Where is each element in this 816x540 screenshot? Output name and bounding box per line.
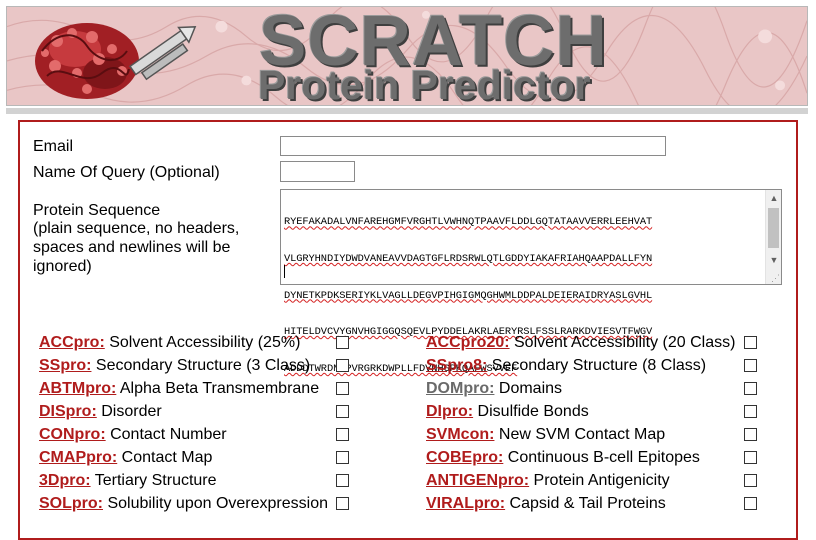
- sequence-hint: (plain sequence, no headers, spaces and …: [33, 220, 240, 275]
- predictor-item: ABTMpro: Alpha Beta Transmembrane: [39, 379, 319, 398]
- predictor-checkbox[interactable]: [744, 336, 757, 349]
- predictor-link[interactable]: DISpro:: [39, 403, 97, 420]
- sequence-line: DYNETKPDKSERIYKLVAGLLDEGVPIHGIGMQGHWMLDD…: [284, 289, 653, 302]
- predictor-link[interactable]: ACCpro20:: [426, 334, 510, 351]
- sequence-line: VLGRYHNDIYDWDVANEAVVDAGTGFLRDSRWLQTLGDDY…: [284, 253, 653, 266]
- predictor-item: ANTIGENpro: Protein Antigenicity: [426, 471, 670, 490]
- predictor-checkbox[interactable]: [336, 359, 349, 372]
- predictor-link[interactable]: ABTMpro:: [39, 380, 116, 397]
- email-field[interactable]: [280, 136, 666, 156]
- protein-sequence-textarea[interactable]: RYEFAKADALVNFAREHGMFVRGHTLVWHNQTPAAVFLDD…: [280, 189, 782, 375]
- header-banner: SCRATCH Protein Predictor: [6, 6, 808, 106]
- predictor-item: DISpro: Disorder: [39, 402, 162, 421]
- predictor-item: DOMpro: Domains: [426, 379, 562, 398]
- predictor-checkbox[interactable]: [744, 451, 757, 464]
- predictor-link[interactable]: SVMcon:: [426, 426, 494, 443]
- predictor-description: Disulfide Bonds: [473, 403, 589, 420]
- predictor-link[interactable]: ACCpro:: [39, 334, 105, 351]
- header-divider: [6, 108, 808, 114]
- predictor-description: Secondary Structure (8 Class): [487, 357, 707, 374]
- predictor-item: VIRALpro: Capsid & Tail Proteins: [426, 494, 666, 513]
- predictor-link[interactable]: CONpro:: [39, 426, 106, 443]
- predictor-description: Solvent Accessibility (20 Class): [509, 334, 736, 351]
- predictor-item: CONpro: Contact Number: [39, 425, 227, 444]
- resize-grip-icon[interactable]: ⋰: [771, 274, 780, 283]
- predictor-description: Alpha Beta Transmembrane: [116, 380, 320, 397]
- predictor-link[interactable]: CMAPpro:: [39, 449, 117, 466]
- query-name-field[interactable]: [280, 161, 355, 182]
- predictor-description: Solvent Accessibility (25%): [104, 334, 301, 351]
- email-label: Email: [33, 138, 74, 155]
- predictor-checkbox[interactable]: [336, 405, 349, 418]
- predictor-checkbox[interactable]: [744, 428, 757, 441]
- predictor-item: ACCpro20: Solvent Accessibility (20 Clas…: [426, 333, 735, 352]
- textarea-scrollbar[interactable]: ▲ ▼: [765, 190, 781, 284]
- predictor-link[interactable]: DOMpro:: [426, 380, 494, 397]
- predictor-item: ACCpro: Solvent Accessibility (25%): [39, 333, 300, 352]
- predictor-item: SSpro: Secondary Structure (3 Class): [39, 356, 310, 375]
- predictor-item: SSpro8: Secondary Structure (8 Class): [426, 356, 706, 375]
- predictor-description: Secondary Structure (3 Class): [91, 357, 311, 374]
- predictor-description: Tertiary Structure: [90, 472, 217, 489]
- predictor-item: 3Dpro: Tertiary Structure: [39, 471, 217, 490]
- scroll-down-arrow-icon[interactable]: ▼: [766, 252, 782, 268]
- sequence-line: RYEFAKADALVNFAREHGMFVRGHTLVWHNQTPAAVFLDD…: [284, 216, 653, 229]
- predictor-link[interactable]: SSpro:: [39, 357, 91, 374]
- predictor-checkbox[interactable]: [336, 474, 349, 487]
- scroll-up-arrow-icon[interactable]: ▲: [766, 190, 782, 206]
- predictor-link[interactable]: VIRALpro:: [426, 495, 505, 512]
- predictor-checkbox[interactable]: [744, 497, 757, 510]
- predictor-description: Solubility upon Overexpression: [103, 495, 329, 512]
- predictor-description: Contact Number: [105, 426, 227, 443]
- predictor-description: Continuous B-cell Epitopes: [503, 449, 700, 466]
- predictor-item: SOLpro: Solubility upon Overexpression: [39, 494, 328, 513]
- scrollbar-thumb[interactable]: [768, 208, 779, 248]
- predictor-checkbox[interactable]: [336, 382, 349, 395]
- predictor-checkbox[interactable]: [336, 336, 349, 349]
- predictor-description: Contact Map: [117, 449, 213, 466]
- predictor-description: Protein Antigenicity: [529, 472, 670, 489]
- predictor-checkbox[interactable]: [744, 359, 757, 372]
- predictor-item: COBEpro: Continuous B-cell Epitopes: [426, 448, 700, 467]
- predictor-checkbox[interactable]: [744, 474, 757, 487]
- predictor-link[interactable]: COBEpro:: [426, 449, 503, 466]
- predictor-description: Capsid & Tail Proteins: [505, 495, 666, 512]
- predictor-checkbox[interactable]: [336, 451, 349, 464]
- predictor-description: Disorder: [96, 403, 162, 420]
- query-name-label: Name Of Query (Optional): [33, 164, 220, 181]
- predictor-item: CMAPpro: Contact Map: [39, 448, 212, 467]
- predictor-checkbox[interactable]: [336, 497, 349, 510]
- protein-structure-logo: [35, 23, 197, 99]
- predictor-description: Domains: [494, 380, 563, 397]
- text-cursor: [284, 265, 285, 278]
- predictor-link[interactable]: DIpro:: [426, 403, 473, 420]
- predictor-checkbox[interactable]: [336, 428, 349, 441]
- site-subtitle: Protein Predictor: [258, 62, 591, 106]
- predictor-link[interactable]: SSpro8:: [426, 357, 487, 374]
- predictor-link[interactable]: SOLpro:: [39, 495, 103, 512]
- predictor-checkbox[interactable]: [744, 382, 757, 395]
- predictor-link[interactable]: 3Dpro:: [39, 472, 91, 489]
- predictor-item: SVMcon: New SVM Contact Map: [426, 425, 665, 444]
- predictor-checkbox[interactable]: [744, 405, 757, 418]
- sequence-label: Protein Sequence: [33, 202, 161, 219]
- predictor-link[interactable]: ANTIGENpro:: [426, 472, 529, 489]
- predictor-description: New SVM Contact Map: [494, 426, 666, 443]
- predictor-item: DIpro: Disulfide Bonds: [426, 402, 589, 421]
